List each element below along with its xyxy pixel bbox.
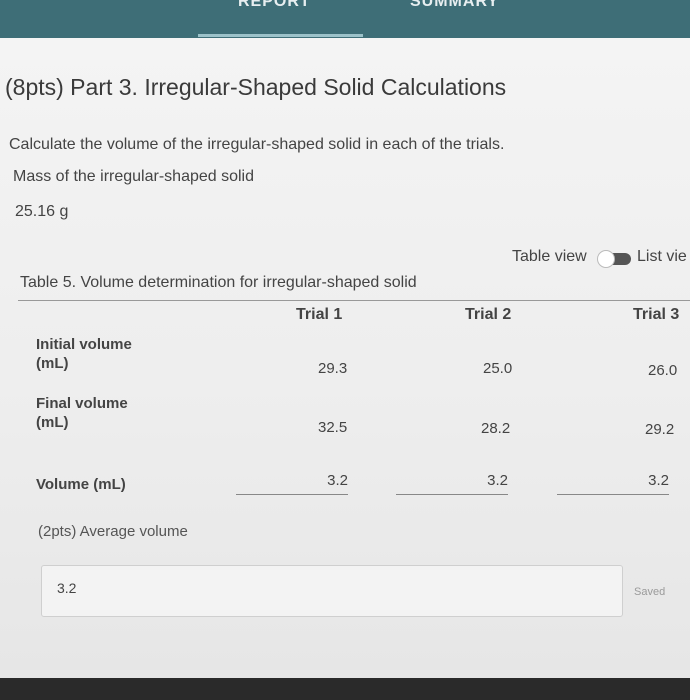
- mass-value: 25.16 g: [15, 203, 69, 220]
- initial-volume-trial-1: 29.3: [318, 360, 348, 377]
- saved-status: Saved: [634, 586, 666, 598]
- initial-volume-trial-2: 25.0: [483, 360, 513, 377]
- final-volume-trial-3: 29.2: [645, 421, 675, 438]
- view-toggle-switch[interactable]: [597, 250, 633, 268]
- volume-input-underline: [396, 494, 508, 495]
- top-nav-bar: REPORT SUMMARY: [0, 0, 690, 38]
- active-tab-indicator: [198, 34, 363, 37]
- row-label-line-1: Final volume: [36, 395, 128, 412]
- row-label-volume: Volume (mL): [36, 476, 126, 493]
- toggle-knob: [597, 250, 615, 268]
- table-view-label: Table view: [512, 248, 587, 265]
- tab-summary[interactable]: SUMMARY: [410, 0, 499, 11]
- volume-input-underline: [557, 494, 669, 495]
- volume-input-trial-3[interactable]: 3.2: [557, 472, 669, 489]
- average-volume-value: 3.2: [57, 580, 77, 596]
- column-header-trial-1: Trial 1: [296, 306, 343, 323]
- row-label-initial-volume: Initial volume (mL): [36, 335, 132, 373]
- screen-bezel: [0, 678, 690, 700]
- list-view-label: List vie: [637, 248, 687, 265]
- average-volume-input[interactable]: 3.2: [41, 565, 623, 617]
- row-label-line-2: (mL): [36, 414, 69, 431]
- report-page: (8pts) Part 3. Irregular-Shaped Solid Ca…: [0, 38, 690, 678]
- table-caption: Table 5. Volume determination for irregu…: [20, 274, 417, 291]
- average-volume-label: (2pts) Average volume: [38, 523, 188, 540]
- volume-input-trial-1[interactable]: 3.2: [236, 472, 348, 489]
- final-volume-trial-1: 32.5: [318, 419, 348, 436]
- volume-input-underline: [236, 494, 348, 495]
- mass-label: Mass of the irregular-shaped solid: [13, 168, 255, 185]
- column-header-trial-3: Trial 3: [633, 306, 680, 323]
- initial-volume-trial-3: 26.0: [648, 362, 678, 379]
- page-title: (8pts) Part 3. Irregular-Shaped Solid Ca…: [5, 74, 507, 100]
- row-label-line-1: Initial volume: [36, 336, 132, 353]
- table-divider: [18, 300, 690, 301]
- column-header-trial-2: Trial 2: [465, 306, 512, 323]
- volume-input-trial-2[interactable]: 3.2: [396, 472, 508, 489]
- tab-report[interactable]: REPORT: [238, 0, 311, 11]
- instruction-text: Calculate the volume of the irregular-sh…: [9, 136, 505, 153]
- final-volume-trial-2: 28.2: [481, 420, 511, 437]
- row-label-final-volume: Final volume (mL): [36, 394, 128, 432]
- row-label-line-2: (mL): [36, 355, 69, 372]
